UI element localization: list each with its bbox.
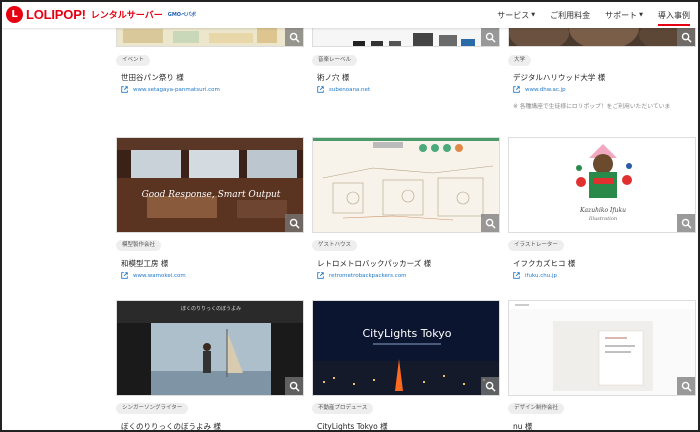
category-badge: イベント [116,55,151,66]
lolipop-logo[interactable]: L LOLIPOP! レンタルサーバー GMOペパボ [6,6,196,23]
zoom-icon[interactable] [677,377,695,395]
nav-item-case-studies[interactable]: 導入事例 [658,2,690,28]
site-header: L LOLIPOP! レンタルサーバー GMOペパボ サービス ▼ ご利用料金 サ… [2,2,698,28]
case-title: イフクカズヒコ 様 [513,259,576,268]
external-link-icon [317,272,324,279]
nav-label: サポート [605,10,638,20]
case-url: www.setagaya-panmatsuri.com [133,86,220,93]
case-link[interactable]: ifuku.chu.jp [513,272,557,279]
category-badge: イラストレーター [508,240,564,251]
zoom-icon[interactable] [481,377,499,395]
browser-frame: L LOLIPOP! レンタルサーバー GMOペパボ サービス ▼ ご利用料金 サ… [0,0,700,432]
case-title: 世田谷パン祭り 様 [121,73,184,82]
logo-subtitle: レンタルサーバー [90,11,163,21]
main-nav: サービス ▼ ご利用料金 サポート ▼ 導入事例 [482,2,690,28]
category-badge: デザイン制作会社 [508,403,565,414]
thumbnail-image: ぼくのりりっくのぼうよみ [117,301,303,395]
nav-item-services[interactable]: サービス ▼ [497,2,535,28]
category-badge: 音楽レーベル [312,55,358,66]
category-badge: 不動産プロデュース [312,403,374,414]
case-thumbnail[interactable]: ぼくのりりっくのぼうよみ [116,300,304,396]
nav-label: サービス [497,10,530,20]
case-thumbnail[interactable] [508,300,696,396]
zoom-icon[interactable] [285,214,303,232]
logo-text: LOLIPOP! [26,7,86,22]
category-badge: ゲストハウス [312,240,358,251]
external-link-icon [513,86,520,93]
thumbnail-caption: ぼくのりりっくのぼうよみ [181,305,241,312]
caret-down-icon: ▼ [639,12,643,18]
case-title: 術ノ穴 様 [317,73,350,82]
case-title: ぼくのりりっくのぼうよみ 様 [121,422,221,431]
case-link[interactable]: www.dhw.ac.jp [513,86,566,93]
svg-text:Kazuhiko Ifuku: Kazuhiko Ifuku [579,207,626,214]
case-thumbnail[interactable]: Good Response, Smart Output [116,137,304,233]
case-link[interactable]: www.wamokei.com [121,272,186,279]
case-url: www.wamokei.com [133,272,186,279]
category-badge: 大学 [508,55,532,66]
case-title: 和模型工房 様 [121,259,169,268]
zoom-icon[interactable] [677,214,695,232]
external-link-icon [317,86,324,93]
thumbnail-image [313,138,499,232]
thumbnail-image [509,301,695,395]
case-link[interactable]: subenoana.net [317,86,370,93]
nav-item-support[interactable]: サポート ▼ [605,2,643,28]
case-note: ※ 各種講座で生徒様にロリポップ！をご利用いただいていま [513,104,671,110]
case-title: レトロメトロバックパッカーズ 様 [317,259,432,268]
case-link[interactable]: retrometrobackpackers.com [317,272,407,279]
zoom-icon[interactable] [481,214,499,232]
nav-label: ご利用料金 [550,10,591,20]
case-thumbnail[interactable] [312,137,500,233]
category-badge: 模型製作会社 [116,240,162,251]
nav-label: 導入事例 [658,10,690,20]
case-url: retrometrobackpackers.com [329,272,407,279]
nav-item-pricing[interactable]: ご利用料金 [550,2,590,28]
thumbnail-caption: CityLights Tokyo [362,327,451,340]
thumbnail-image: Kazuhiko Ifuku Illustration [509,138,695,232]
zoom-icon[interactable] [677,28,695,46]
thumbnail-image: Good Response, Smart Output [117,138,303,232]
case-url: ifuku.chu.jp [525,272,557,279]
category-badge: シンガーソングライター [116,403,189,414]
caret-down-icon: ▼ [531,12,536,18]
zoom-icon[interactable] [285,377,303,395]
zoom-icon[interactable] [481,28,499,46]
svg-text:Illustration: Illustration [588,216,617,222]
case-title: CityLights Tokyo 様 [317,422,388,431]
gmo-pepabo-logo: GMOペパボ [167,12,197,18]
case-url: www.dhw.ac.jp [525,86,566,93]
external-link-icon [513,272,520,279]
case-url: subenoana.net [329,86,371,93]
lolipop-logo-icon: L [6,6,23,23]
external-link-icon [121,272,128,279]
case-title: デジタルハリウッド大学 様 [513,73,606,82]
case-thumbnail[interactable]: Kazuhiko Ifuku Illustration [508,137,696,233]
external-link-icon [121,86,128,93]
thumbnail-caption: Good Response, Smart Output [142,190,281,200]
zoom-icon[interactable] [285,28,303,46]
case-thumbnail[interactable]: CityLights Tokyo [312,300,500,396]
case-title: nu 様 [513,422,533,431]
case-link[interactable]: www.setagaya-panmatsuri.com [121,86,220,93]
thumbnail-image: CityLights Tokyo [313,301,499,395]
